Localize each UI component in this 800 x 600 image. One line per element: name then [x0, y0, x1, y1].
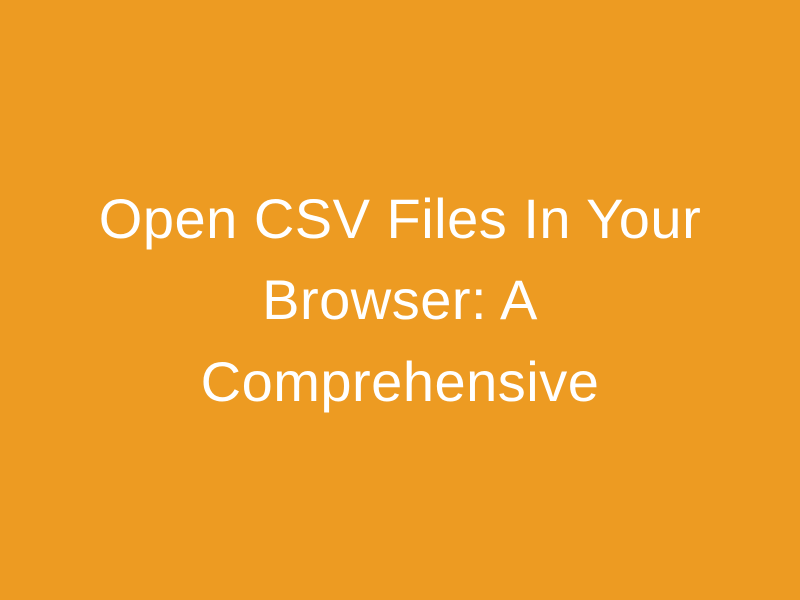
page-title: Open CSV Files In Your Browser: A Compre… [0, 178, 800, 422]
